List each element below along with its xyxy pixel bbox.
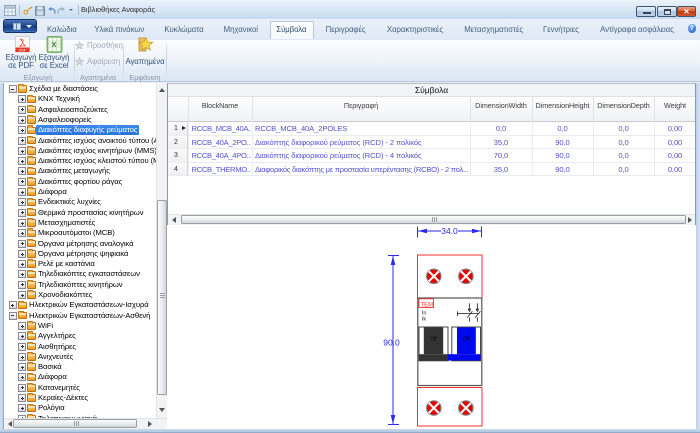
svg-text:Off: Off [463,336,470,342]
svg-text:Ik: Ik [422,317,427,323]
svg-text:Off: Off [430,336,437,342]
svg-text:TEM: TEM [421,302,434,308]
svg-text:90.0: 90.0 [383,338,400,348]
svg-text:34.0: 34.0 [441,226,458,236]
svg-text:X: X [52,42,57,49]
svg-text:In: In [422,310,427,316]
svg-text:PDF: PDF [19,48,26,52]
